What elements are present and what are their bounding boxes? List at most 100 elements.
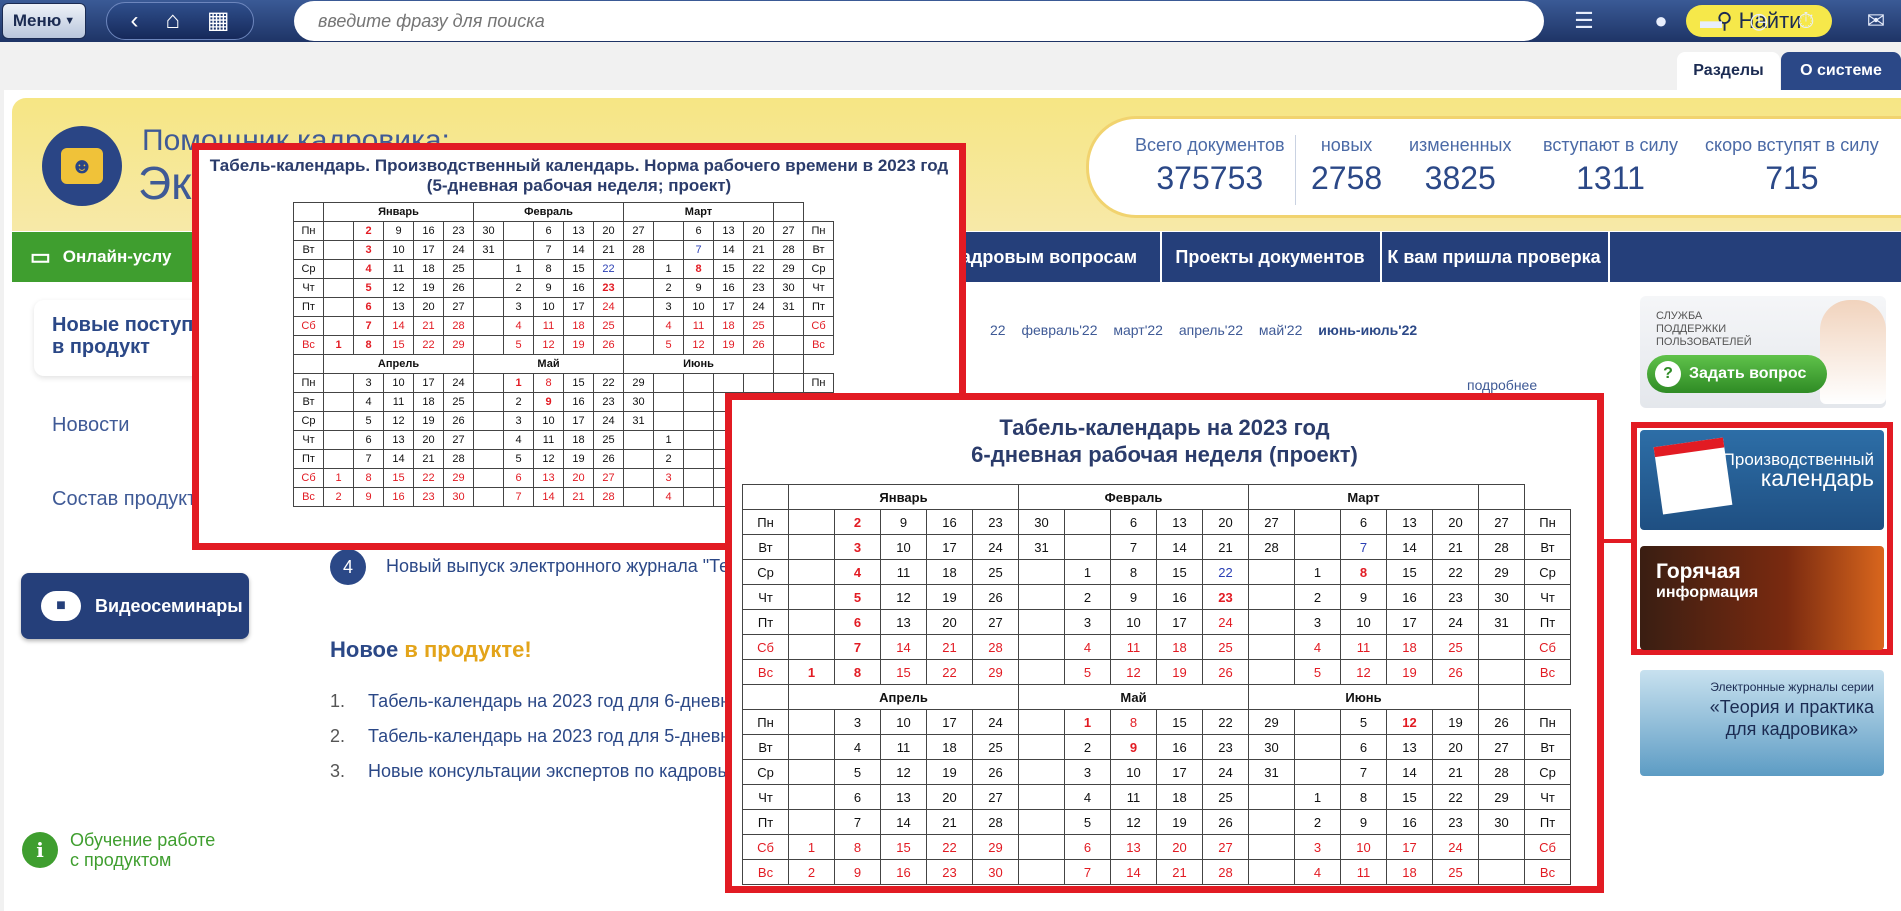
month-link[interactable]: 22 — [990, 322, 1006, 338]
message-icon[interactable]: ✉ — [1860, 5, 1892, 37]
production-calendar-banner[interactable]: Производственный календарь — [1640, 430, 1884, 530]
home-icon[interactable]: ⌂ — [165, 9, 180, 33]
day-cell: 26 — [593, 335, 624, 355]
day-cell: 11 — [533, 430, 564, 450]
stat-new[interactable]: новых 2758 — [1311, 135, 1382, 197]
stat-soon[interactable]: скоро вступят в силу 715 — [1705, 135, 1879, 197]
day-cell: 16 — [1386, 584, 1433, 610]
more-link[interactable]: подробнее — [1467, 377, 1537, 393]
day-cell: 16 — [563, 392, 594, 412]
hamburger-icon[interactable]: ☰ — [1568, 5, 1600, 37]
list-item[interactable]: 1. Табель-календарь на 2023 год для 6-дне… — [330, 691, 730, 712]
stat-total[interactable]: Всего документов 375753 — [1135, 135, 1285, 197]
day-cell: 30 — [1478, 809, 1525, 835]
day-cell: 13 — [1386, 509, 1433, 535]
list-text: Табель-календарь на 2023 год для 5-дневн — [368, 726, 731, 746]
day-cell: 8 — [834, 834, 881, 860]
day-cell — [323, 259, 354, 279]
folder-icon[interactable]: ▬ — [1695, 5, 1727, 37]
nav-hr-questions[interactable]: адровым вопросам — [940, 232, 1158, 282]
day-cell: 11 — [533, 316, 564, 336]
day-cell: 18 — [713, 316, 744, 336]
weekday-label: Вт — [293, 240, 324, 260]
list-item[interactable]: 2. Табель-календарь на 2023 год для 5-дне… — [330, 726, 730, 747]
tab-about[interactable]: О системе — [1781, 52, 1901, 90]
stopwatch-icon[interactable]: ⏱ — [1790, 5, 1822, 37]
day-cell: 22 — [413, 468, 444, 488]
weekday-label: Сб — [1524, 834, 1571, 860]
day-cell — [1294, 759, 1341, 785]
month-link[interactable]: февраль'22 — [1021, 322, 1097, 338]
list-item[interactable]: 3. Новые консультации экспертов по кадров… — [330, 761, 730, 782]
day-cell — [503, 240, 534, 260]
day-cell — [323, 240, 354, 260]
back-arrow-icon[interactable]: ‹ — [130, 9, 138, 33]
day-cell: 30 — [473, 221, 504, 241]
day-cell: 25 — [1432, 859, 1479, 885]
weekday-label: Сб — [803, 316, 834, 336]
stat-changed[interactable]: измененных 3825 — [1409, 135, 1511, 197]
calendar-6-title-line2: 6-дневная рабочая неделя (проект) — [971, 442, 1358, 467]
day-cell: 2 — [1064, 734, 1111, 760]
news-item[interactable]: Новый выпуск электронного журнала "Те — [386, 556, 729, 577]
ask-question-button[interactable]: ? Задать вопрос — [1647, 355, 1827, 393]
day-cell — [1018, 659, 1065, 685]
day-cell: 11 — [880, 559, 927, 585]
day-cell: 17 — [563, 411, 594, 431]
day-cell: 18 — [1156, 634, 1203, 660]
left-composition-link[interactable]: Состав продукт — [52, 488, 196, 511]
day-cell — [788, 609, 835, 635]
stat-effective[interactable]: вступают в силу 1311 — [1543, 135, 1678, 197]
search-input[interactable] — [318, 9, 1368, 33]
clock-icon[interactable]: ◷ — [1743, 5, 1775, 37]
video-seminars-button[interactable]: ■ Видеосеминары — [21, 573, 249, 639]
day-cell: 17 — [1156, 759, 1203, 785]
day-cell: 11 — [1340, 634, 1387, 660]
hot-info-banner[interactable]: Горячая информация — [1640, 546, 1884, 650]
day-cell: 22 — [1432, 559, 1479, 585]
hot-line2: информация — [1656, 584, 1759, 601]
list-text: Новые консультации экспертов по кадровы — [368, 761, 731, 781]
nav-inspection[interactable]: К вам пришла проверка — [1380, 232, 1606, 282]
stat-divider — [1295, 135, 1296, 205]
day-cell: 3 — [1294, 834, 1341, 860]
month-link[interactable]: март'22 — [1113, 322, 1163, 338]
month-link[interactable]: апрель'22 — [1179, 322, 1243, 338]
calendar-6-day-overlay: Табель-календарь на 2023 год 6-дневная р… — [725, 393, 1604, 893]
day-cell: 15 — [1156, 709, 1203, 735]
day-cell: 13 — [533, 468, 564, 488]
nav-draft-documents[interactable]: Проекты документов — [1160, 232, 1378, 282]
day-cell: 30 — [1478, 584, 1525, 610]
day-cell: 5 — [1064, 659, 1111, 685]
day-cell: 28 — [443, 449, 474, 469]
day-cell: 23 — [443, 221, 474, 241]
day-cell: 13 — [880, 609, 927, 635]
day-cell: 21 — [1432, 534, 1479, 560]
day-cell: 24 — [1202, 759, 1249, 785]
day-cell — [788, 534, 835, 560]
training-link[interactable]: i Обучение работе с продуктом — [22, 830, 215, 870]
empty-header — [773, 354, 804, 374]
day-cell: 24 — [593, 411, 624, 431]
day-cell: 24 — [1202, 609, 1249, 635]
grid-icon[interactable]: ▦ — [207, 9, 230, 33]
nav-online-services[interactable]: ▭ Онлайн-услу — [12, 232, 212, 282]
day-cell: 27 — [1202, 834, 1249, 860]
training-line2: с продуктом — [70, 850, 172, 870]
day-cell: 12 — [1110, 809, 1157, 835]
user-icon[interactable]: ● — [1645, 5, 1677, 37]
stat-value: 715 — [1765, 160, 1819, 196]
tab-sections[interactable]: Разделы — [1677, 52, 1780, 90]
day-cell: 1 — [653, 430, 684, 450]
left-news-link[interactable]: Новости — [52, 414, 129, 437]
journals-banner[interactable]: Электронные журналы серии «Теория и прак… — [1640, 670, 1884, 776]
day-cell: 22 — [1202, 559, 1249, 585]
menu-button[interactable]: Меню ▼ — [2, 3, 86, 39]
day-cell: 13 — [563, 221, 594, 241]
month-link[interactable]: май'22 — [1259, 322, 1302, 338]
day-cell — [788, 634, 835, 660]
weekday-label: Ср — [1524, 759, 1571, 785]
month-link-current[interactable]: июнь-июль'22 — [1318, 322, 1417, 338]
day-cell: 18 — [1386, 634, 1433, 660]
product-logo[interactable]: ☻ — [42, 126, 122, 206]
